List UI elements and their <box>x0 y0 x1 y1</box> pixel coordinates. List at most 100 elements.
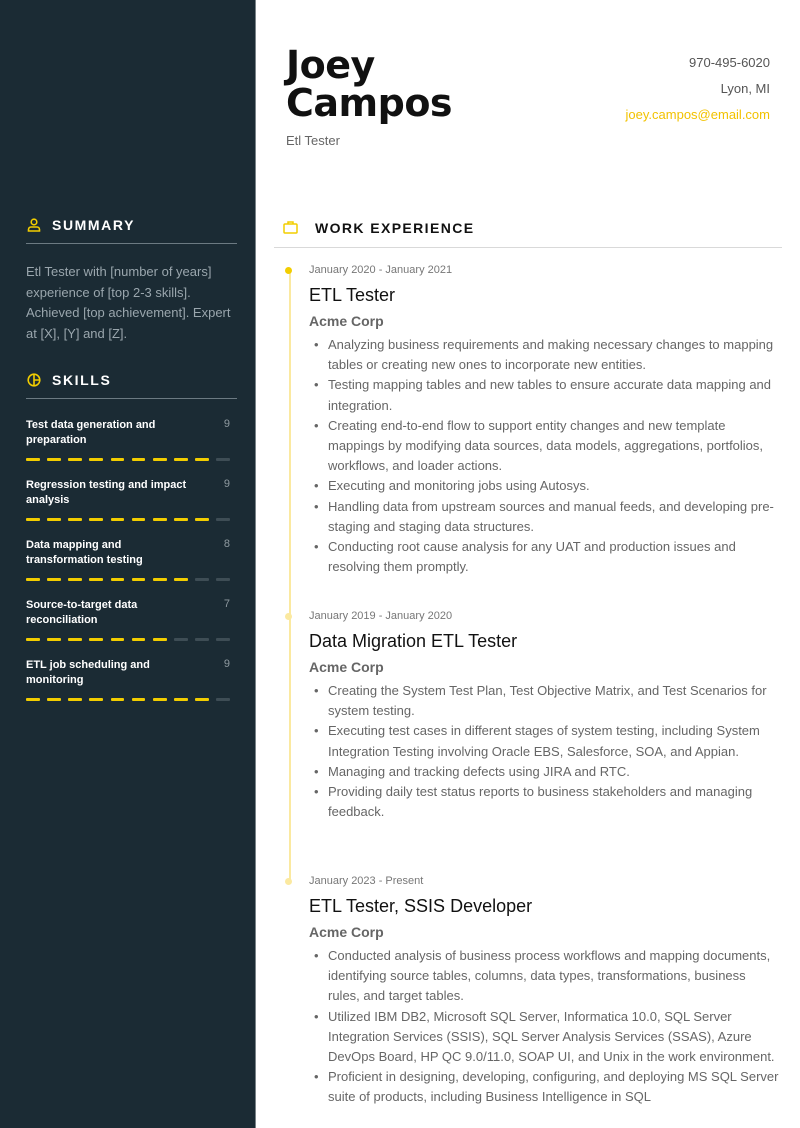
skill-rating: 9 <box>223 418 230 430</box>
pie-chart-icon <box>26 372 42 388</box>
timeline-dot <box>285 878 292 885</box>
skill-level-dash-filled <box>195 698 209 701</box>
skill-level-dash-filled <box>110 698 125 701</box>
skill-level-dash-filled <box>131 518 146 521</box>
job-bullet: Executing test cases in different stages… <box>309 721 779 761</box>
skill-level-dash-empty <box>195 578 209 581</box>
skill-level-dash-filled <box>110 518 125 521</box>
candidate-name: Joey Campos <box>286 43 453 125</box>
skill-item: Regression testing and impact analysis 9 <box>26 478 230 521</box>
skill-level-dash-filled <box>68 518 82 521</box>
skill-level-dash-filled <box>131 458 146 461</box>
skill-level-dash-empty <box>216 638 230 641</box>
skill-level-dash-filled <box>89 638 104 641</box>
job-dates: January 2020 - January 2021 <box>309 264 453 276</box>
job-role-title: ETL Tester <box>309 285 396 305</box>
skill-level-bar <box>26 578 230 581</box>
job-bullet: Utilized IBM DB2, Microsoft SQL Server, … <box>309 1007 779 1068</box>
skill-level-dash-filled <box>89 458 104 461</box>
skill-level-dash-filled <box>47 518 61 521</box>
skill-level-dash-filled <box>152 518 167 521</box>
skill-level-dash-filled <box>110 638 125 641</box>
skill-level-dash-filled <box>68 578 82 581</box>
first-name: Joey <box>286 43 375 87</box>
skill-item: Data mapping and transformation testing 8 <box>26 538 230 581</box>
sidebar: SUMMARY Etl Tester with [number of years… <box>0 0 256 1128</box>
skill-level-bar <box>26 458 230 461</box>
skill-level-dash-filled <box>174 518 188 521</box>
skill-item: Source-to-target data reconciliation 7 <box>26 598 230 641</box>
briefcase-icon <box>283 220 299 236</box>
job-bullet: Conducting root cause analysis for any U… <box>309 537 779 577</box>
skill-rating: 7 <box>223 598 230 610</box>
skill-level-dash-filled <box>174 578 188 581</box>
job-company: Acme Corp <box>309 313 384 329</box>
job-bullet: Conducted analysis of business process w… <box>309 946 779 1007</box>
skill-level-dash-filled <box>26 698 40 701</box>
job-bullet: Executing and monitoring jobs using Auto… <box>309 476 779 496</box>
main-content: Joey Campos Etl Tester 970-495-6020 Lyon… <box>256 0 800 1128</box>
skill-name: Data mapping and transformation testing <box>26 539 143 566</box>
skill-level-dash-filled <box>89 698 104 701</box>
contact-info: 970-495-6020 Lyon, MI joey.campos@email.… <box>626 50 770 128</box>
timeline-line <box>289 270 291 881</box>
skill-level-dash-empty <box>216 578 230 581</box>
skill-level-dash-filled <box>152 578 167 581</box>
skill-level-dash-empty <box>216 458 230 461</box>
skill-level-bar <box>26 638 230 641</box>
skill-level-dash-filled <box>68 458 82 461</box>
job-dates: January 2019 - January 2020 <box>309 610 453 622</box>
job-entry: January 2023 - Present ETL Tester, SSIS D… <box>285 874 779 1108</box>
skill-rating: 8 <box>223 538 230 550</box>
job-title: Etl Tester <box>286 133 340 148</box>
skill-level-dash-filled <box>131 698 146 701</box>
last-name: Campos <box>286 81 453 125</box>
skill-level-dash-filled <box>174 458 188 461</box>
job-entry: January 2020 - January 2021 ETL Tester Acm… <box>285 263 779 577</box>
job-bullet: Managing and tracking defects using JIRA… <box>309 762 779 782</box>
skill-name: Test data generation and preparation <box>26 419 156 446</box>
skill-level-dash-filled <box>26 518 40 521</box>
skill-name: Regression testing and impact analysis <box>26 479 187 506</box>
skill-level-bar <box>26 518 230 521</box>
skill-level-dash-filled <box>195 518 209 521</box>
job-bullets: Conducted analysis of business process w… <box>309 946 779 1108</box>
skill-level-dash-filled <box>26 638 40 641</box>
job-company: Acme Corp <box>309 924 384 940</box>
skill-rating: 9 <box>223 658 230 670</box>
job-dates: January 2023 - Present <box>309 875 424 887</box>
skill-level-dash-filled <box>47 578 61 581</box>
job-entry: January 2019 - January 2020 Data Migratio… <box>285 609 779 822</box>
skill-name: ETL job scheduling and monitoring <box>26 659 150 686</box>
job-bullet: Proficient in designing, developing, con… <box>309 1067 779 1107</box>
summary-text: Etl Tester with [number of years] experi… <box>26 264 231 341</box>
skill-level-dash-filled <box>174 698 188 701</box>
skill-level-dash-filled <box>68 638 82 641</box>
skill-level-bar <box>26 698 230 701</box>
job-company: Acme Corp <box>309 659 384 675</box>
skill-level-dash-filled <box>68 698 82 701</box>
skill-level-dash-filled <box>47 458 61 461</box>
skill-level-dash-filled <box>89 518 104 521</box>
skill-level-dash-filled <box>89 578 104 581</box>
skill-level-dash-filled <box>152 638 167 641</box>
timeline-dot <box>285 613 292 620</box>
skills-heading-label: SKILLS <box>52 371 112 388</box>
skill-level-dash-empty <box>216 698 230 701</box>
job-role-title: Data Migration ETL Tester <box>309 631 518 651</box>
skill-rating: 9 <box>223 478 230 490</box>
phone: 970-495-6020 <box>689 55 770 70</box>
job-role-title: ETL Tester, SSIS Developer <box>309 896 533 916</box>
skill-level-dash-filled <box>110 458 125 461</box>
skill-level-dash-empty <box>195 638 209 641</box>
skill-level-dash-filled <box>131 638 146 641</box>
email-link[interactable]: joey.campos@email.com <box>626 102 770 128</box>
skill-level-dash-filled <box>110 578 125 581</box>
job-bullet: Testing mapping tables and new tables to… <box>309 375 779 415</box>
job-bullets: Creating the System Test Plan, Test Obje… <box>309 681 779 822</box>
skill-item: ETL job scheduling and monitoring 9 <box>26 658 230 701</box>
job-bullet: Creating the System Test Plan, Test Obje… <box>309 681 779 721</box>
skill-level-dash-empty <box>174 638 188 641</box>
skill-level-dash-filled <box>152 458 167 461</box>
skill-level-dash-filled <box>26 578 40 581</box>
